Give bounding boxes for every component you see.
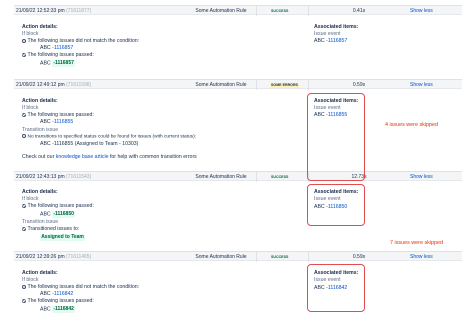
no-transition-issue[interactable]: ABC -1116855 (Assigned to Team - 10303) [40,141,138,147]
knowledge-base-link[interactable]: knowledge base article [56,154,109,160]
show-less-link[interactable]: Show less [410,8,433,14]
if-block-label: If block [22,31,39,37]
transitioned-line: Transitioned issues to: [22,226,79,232]
row-date: 21/09/22 12:43:13 pm (71611543) [16,174,92,180]
skipped-note: 4 issues were skipped [385,122,439,128]
not-match-line: The following issues did not match the c… [22,284,139,290]
passed-issue[interactable]: ABC -1116855 [40,119,73,125]
status-badge: SOME ERRORS [270,82,299,88]
highlight-box [307,264,365,312]
passed-line: The following issues passed: [22,298,94,304]
info-circle-icon [22,134,26,138]
status-badge: SUCCESS [271,175,289,179]
transition-issue-label: Transition issue [22,127,59,133]
highlight-box [307,184,365,226]
minus-circle-icon [22,38,26,43]
assoc-items-label: Associated items: [314,24,359,30]
audit-row-4[interactable]: 21/09/22 12:39:26 pm (71611465) Some Aut… [14,251,462,262]
show-less-link[interactable]: Show less [410,254,433,260]
passed-issue[interactable]: ABC -1116850 [40,211,76,218]
assoc-issue-link[interactable]: ABC -1116857 [314,38,347,44]
action-details-label: Action details: [22,24,58,30]
no-transitions-line: No transitions to specified status could… [22,134,196,140]
row-duration: 0.59s [352,82,366,88]
passed-line: The following issues passed: [22,112,94,118]
not-match-issue[interactable]: ABC -1116842 [40,291,73,297]
knowledge-base-line: Check out our knowledge base article for… [22,154,197,160]
row-date: 21/09/22 12:52:33 pm (71611877) [16,8,92,14]
status-badge: SUCCESS [271,255,289,259]
passed-line: The following issues passed: [22,203,94,209]
row-duration: 0.41s [352,8,366,14]
row-rule-name: Some Automation Rule [195,174,247,180]
action-details-label: Action details: [22,189,58,195]
check-circle-icon [22,52,26,57]
check-circle-icon [22,226,26,231]
show-less-link[interactable]: Show less [410,82,433,88]
transitioned-status: Assigned to Team [40,234,86,241]
not-match-line: The following issues did not match the c… [22,38,139,44]
row-date: 21/09/22 12:39:26 pm (71611465) [16,254,92,260]
check-circle-icon [22,112,26,117]
minus-circle-icon [22,284,26,289]
skipped-note: 7 issues were skipped [390,240,444,246]
action-details-label: Action details: [22,270,58,276]
passed-issue[interactable]: ABC -1116857 [40,60,76,67]
highlight-box [307,93,365,181]
row-date: 21/09/22 12:49:12 pm (71611598) [16,82,92,88]
if-block-label: If block [22,277,39,283]
assoc-type: Issue event [314,31,341,37]
if-block-label: If block [22,196,39,202]
passed-line: The following issues passed: [22,52,94,58]
audit-row-3[interactable]: 21/09/22 12:43:13 pm (71611543) Some Aut… [14,171,462,182]
check-circle-icon [22,203,26,208]
transition-issue-label: Transition issue [22,219,59,225]
check-circle-icon [22,298,26,303]
status-badge: SUCCESS [271,9,289,13]
row-rule-name: Some Automation Rule [195,8,247,14]
row-duration: 0.59s [352,254,366,260]
not-match-issue[interactable]: ABC -1116857 [40,45,73,51]
row-rule-name: Some Automation Rule [195,82,247,88]
audit-row-2[interactable]: 21/09/22 12:49:12 pm (71611598) Some Aut… [14,79,462,90]
if-block-label: If block [22,105,39,111]
row-rule-name: Some Automation Rule [195,254,247,260]
show-less-link[interactable]: Show less [410,174,433,180]
action-details-label: Action details: [22,98,58,104]
audit-row-1[interactable]: 21/09/22 12:52:33 pm (71611877) Some Aut… [14,5,462,16]
passed-issue[interactable]: ABC -1116842 [40,306,76,313]
